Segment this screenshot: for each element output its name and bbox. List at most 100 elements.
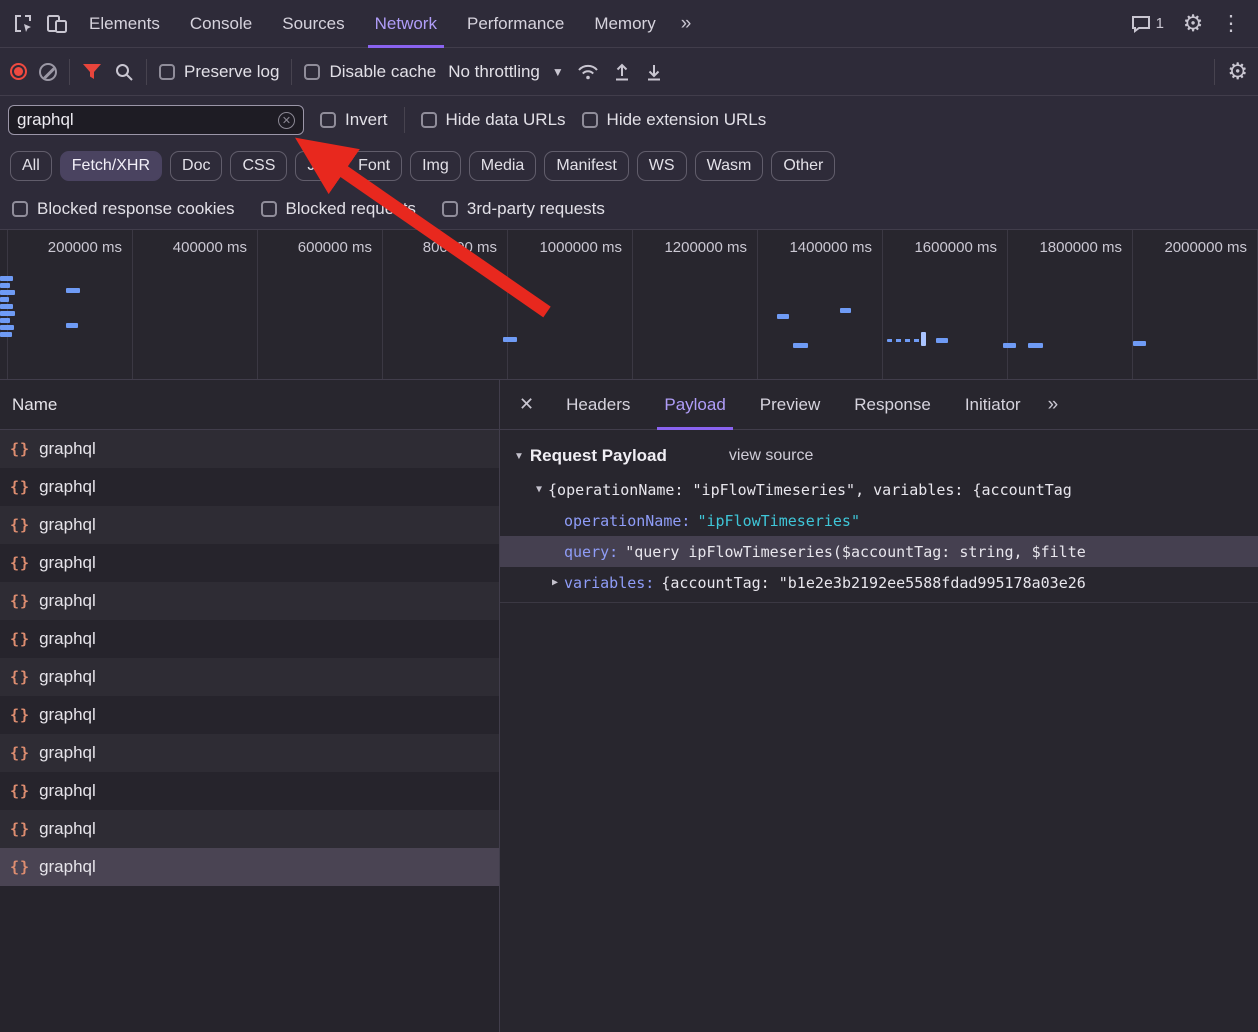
timeline-tick: 600000 ms <box>258 230 383 379</box>
fetch-braces-icon: {} <box>10 744 30 762</box>
payload-row-operation-name[interactable]: operationName: "ipFlowTimeseries" <box>500 505 1258 536</box>
view-source-link[interactable]: view source <box>729 447 813 465</box>
record-network-log-button[interactable] <box>10 63 27 80</box>
payload-value: "query ipFlowTimeseries($accountTag: str… <box>625 543 1086 561</box>
fetch-braces-icon: {} <box>10 630 30 648</box>
request-row[interactable]: {} graphql <box>0 620 499 658</box>
request-row[interactable]: {}graphql <box>0 582 499 620</box>
request-row[interactable]: {} graphql <box>0 772 499 810</box>
blocked-response-cookies-checkbox[interactable]: Blocked response cookies <box>12 199 235 219</box>
clear-filter-icon[interactable]: ✕ <box>278 112 295 129</box>
detail-tab-payload[interactable]: Payload <box>647 380 742 430</box>
network-split-view: Name {} graphql {} graphql {} graphql {} gra… <box>0 380 1258 1032</box>
chip-css[interactable]: CSS <box>230 151 287 181</box>
export-har-icon[interactable] <box>644 62 664 82</box>
filter-input-box: ✕ <box>8 105 304 135</box>
inspect-element-icon[interactable] <box>6 7 40 41</box>
network-settings-gear-icon[interactable]: ⚙ <box>1227 58 1248 85</box>
tab-elements[interactable]: Elements <box>74 0 175 48</box>
chip-js[interactable]: JS <box>295 151 338 181</box>
payload-summary-row[interactable]: ▼ {operationName: "ipFlowTimeseries", va… <box>500 474 1258 505</box>
network-overview-timeline[interactable]: 200000 ms 400000 ms 600000 ms 800000 ms … <box>0 230 1258 380</box>
payload-key: query: <box>564 543 618 561</box>
request-name: graphql <box>39 477 96 497</box>
settings-gear-icon[interactable]: ⚙ <box>1176 7 1210 41</box>
waterfall-bar <box>503 337 517 342</box>
fetch-braces-icon: {} <box>10 858 30 876</box>
preserve-log-checkbox[interactable]: Preserve log <box>159 62 279 82</box>
detail-tab-label: Response <box>854 395 931 415</box>
chip-ws[interactable]: WS <box>637 151 687 181</box>
blocked-response-cookies-label: Blocked response cookies <box>37 199 235 219</box>
chip-media[interactable]: Media <box>469 151 537 181</box>
chip-manifest[interactable]: Manifest <box>544 151 628 181</box>
payload-value: "ipFlowTimeseries" <box>697 512 860 530</box>
request-name: graphql <box>39 781 96 801</box>
collapse-triangle-icon[interactable]: ▼ <box>514 451 524 462</box>
request-row[interactable]: {}graphql <box>0 658 499 696</box>
issues-badge[interactable]: 1 <box>1123 15 1172 33</box>
search-icon[interactable] <box>114 62 134 82</box>
more-detail-tabs-chevron-icon[interactable]: » <box>1038 394 1068 416</box>
more-tabs-chevron-icon[interactable]: » <box>671 13 701 35</box>
hide-data-urls-checkbox[interactable]: Hide data URLs <box>421 110 566 130</box>
fetch-braces-icon: {} <box>10 554 30 572</box>
request-row-selected[interactable]: {}graphql <box>0 848 499 886</box>
hide-extension-urls-checkbox[interactable]: Hide extension URLs <box>582 110 767 130</box>
throttling-select[interactable]: No throttling ▼ <box>448 62 564 82</box>
request-details-panel: ✕ Headers Payload Preview Response Initi… <box>500 380 1258 1032</box>
chip-doc[interactable]: Doc <box>170 151 222 181</box>
chip-fetch-xhr[interactable]: Fetch/XHR <box>60 151 162 181</box>
chip-font[interactable]: Font <box>346 151 402 181</box>
fetch-braces-icon: {} <box>10 782 30 800</box>
tab-sources[interactable]: Sources <box>267 0 359 48</box>
timeline-tick: 1200000 ms <box>633 230 758 379</box>
blocked-requests-checkbox[interactable]: Blocked requests <box>261 199 416 219</box>
import-har-icon[interactable] <box>612 62 632 82</box>
third-party-requests-checkbox[interactable]: 3rd-party requests <box>442 199 605 219</box>
detail-tab-headers[interactable]: Headers <box>549 380 647 430</box>
network-filter-input[interactable] <box>17 110 278 130</box>
chip-all[interactable]: All <box>10 151 52 181</box>
filter-funnel-icon[interactable] <box>82 63 102 81</box>
tab-memory[interactable]: Memory <box>579 0 670 48</box>
name-column-header[interactable]: Name <box>0 380 499 430</box>
request-name: graphql <box>39 629 96 649</box>
expand-triangle-icon[interactable]: ▶ <box>552 577 558 588</box>
request-row[interactable]: {} graphql <box>0 468 499 506</box>
fetch-braces-icon: {} <box>10 668 30 686</box>
waterfall-bar <box>0 318 10 323</box>
device-toolbar-icon[interactable] <box>40 7 74 41</box>
checkbox-icon <box>159 64 175 80</box>
request-row[interactable]: {}graphql <box>0 696 499 734</box>
preserve-log-label: Preserve log <box>184 62 279 82</box>
waterfall-bar <box>793 343 808 348</box>
tab-label: Memory <box>594 14 655 34</box>
request-row[interactable]: {}graphql <box>0 544 499 582</box>
fetch-braces-icon: {} <box>10 478 30 496</box>
detail-tab-initiator[interactable]: Initiator <box>948 380 1038 430</box>
detail-tab-response[interactable]: Response <box>837 380 948 430</box>
timeline-tick: 2000000 ms <box>1133 230 1258 379</box>
clear-network-log-button[interactable] <box>39 63 57 81</box>
network-options-row: Blocked response cookies Blocked request… <box>0 188 1258 230</box>
tab-network[interactable]: Network <box>360 0 452 48</box>
chip-wasm[interactable]: Wasm <box>695 151 764 181</box>
payload-row-variables[interactable]: ▶ variables: {accountTag: "b1e2e3b2192ee… <box>500 567 1258 598</box>
network-conditions-icon[interactable] <box>576 62 600 81</box>
disable-cache-checkbox[interactable]: Disable cache <box>304 62 436 82</box>
close-details-icon[interactable]: ✕ <box>504 394 549 415</box>
payload-row-query-selected[interactable]: query: "query ipFlowTimeseries($accountT… <box>500 536 1258 567</box>
request-row[interactable]: {}graphql <box>0 810 499 848</box>
chip-img[interactable]: Img <box>410 151 461 181</box>
request-name: graphql <box>39 515 96 535</box>
chip-other[interactable]: Other <box>771 151 835 181</box>
invert-checkbox[interactable]: Invert <box>320 110 388 130</box>
tab-performance[interactable]: Performance <box>452 0 579 48</box>
tab-console[interactable]: Console <box>175 0 267 48</box>
detail-tab-preview[interactable]: Preview <box>743 380 837 430</box>
kebab-menu-icon[interactable]: ⋮ <box>1214 7 1248 41</box>
request-row[interactable]: {}graphql <box>0 430 499 468</box>
request-row[interactable]: {}graphql <box>0 506 499 544</box>
request-row[interactable]: {}graphql <box>0 734 499 772</box>
